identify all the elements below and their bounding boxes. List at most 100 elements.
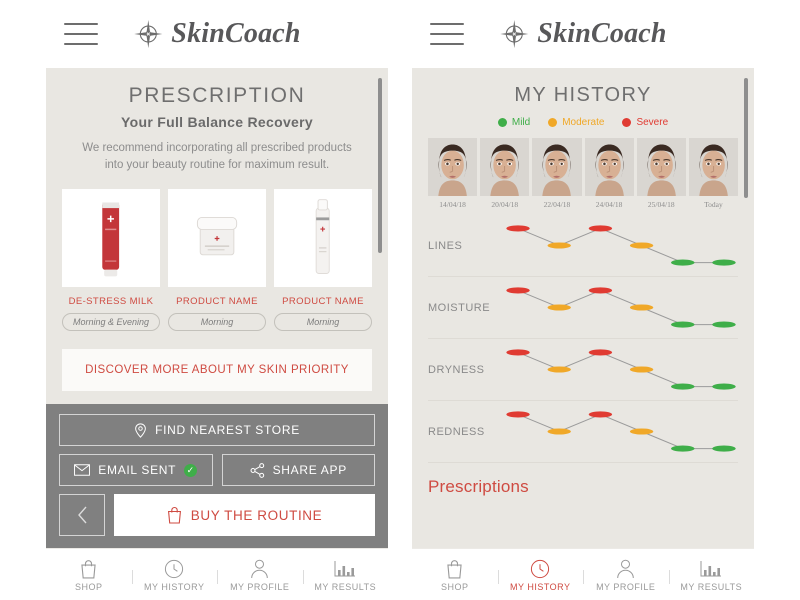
legend-item-mild: Mild	[497, 117, 530, 128]
email-sent-label: EMAIL SENT	[98, 463, 177, 477]
history-scroll-area: MY HISTORY Mild Moderate Severe 14/04/18…	[412, 68, 754, 548]
data-point[interactable]	[629, 304, 654, 311]
bottom-navigation: SHOP MY HISTORY MY PROFILE MY RESULTS	[412, 548, 754, 600]
nav-item-shop[interactable]: SHOP	[412, 557, 498, 592]
phone-history-screen: SkinCoach MY HISTORY Mild Moderate Sever…	[412, 0, 754, 600]
person-icon	[616, 557, 635, 579]
legend-item-moderate: Moderate	[548, 117, 604, 128]
data-point[interactable]	[712, 259, 736, 266]
data-point[interactable]	[671, 259, 695, 266]
nav-item-my-profile[interactable]: MY PROFILE	[583, 557, 669, 592]
legend-label: Severe	[636, 117, 669, 128]
secondary-action-row: EMAIL SENT ✓ SHARE APP	[59, 454, 375, 486]
legend-label: Moderate	[562, 117, 605, 128]
data-point[interactable]	[671, 445, 695, 452]
nav-item-shop[interactable]: SHOP	[46, 557, 132, 592]
prescription-scroll-area: PRESCRIPTION Your Full Balance Recovery …	[46, 68, 388, 404]
timeline-date: 25/04/18	[647, 200, 675, 209]
page-subtitle: Your Full Balance Recovery	[121, 114, 313, 130]
share-app-button[interactable]: SHARE APP	[221, 454, 375, 486]
bar-chart-icon	[700, 557, 722, 579]
face-thumbnail	[688, 138, 739, 196]
timeline-entry[interactable]: Today	[688, 138, 739, 209]
buy-action-row: BUY THE ROUTINE	[59, 494, 375, 536]
top-bar: SkinCoach	[46, 0, 388, 68]
nav-item-my-results[interactable]: MY RESULTS	[302, 557, 389, 592]
data-point[interactable]	[671, 383, 695, 390]
back-button[interactable]	[59, 494, 105, 536]
product-schedule: Morning	[168, 312, 266, 331]
hamburger-menu-icon[interactable]	[64, 23, 98, 45]
white-bottle-product-icon	[315, 198, 331, 274]
app-mockup-stage: SkinCoach PRESCRIPTION Your Full Balance…	[0, 0, 800, 600]
nav-label: SHOP	[74, 582, 103, 592]
nav-label: MY RESULTS	[680, 582, 743, 592]
share-app-label: SHARE APP	[272, 463, 347, 477]
product-list: DE-STRESS MILK Morning & Evening PRODUCT…	[46, 175, 388, 331]
product-card[interactable]: DE-STRESS MILK Morning & Evening	[62, 188, 160, 331]
timeline-entry[interactable]: 24/04/18	[584, 138, 634, 209]
face-thumbnail	[480, 138, 530, 196]
data-point[interactable]	[506, 287, 530, 294]
find-nearest-store-button[interactable]: FIND NEAREST STORE	[59, 414, 375, 446]
product-image	[274, 188, 372, 287]
product-card[interactable]: PRODUCT NAME Morning	[274, 188, 372, 331]
data-point[interactable]	[588, 287, 613, 294]
nav-item-my-profile[interactable]: MY PROFILE	[217, 557, 303, 592]
shopping-bag-icon	[80, 557, 97, 579]
data-point[interactable]	[712, 383, 736, 390]
clock-icon	[164, 557, 184, 579]
product-name: DE-STRESS MILK	[68, 295, 154, 307]
bottom-navigation: SHOP MY HISTORY MY PROFILE MY RESULTS	[46, 548, 388, 600]
chart-row: LINES	[428, 215, 738, 277]
nav-item-my-results[interactable]: MY RESULTS	[668, 557, 755, 592]
timeline-entry[interactable]: 25/04/18	[636, 138, 686, 209]
envelope-icon	[74, 464, 91, 476]
buy-the-routine-button[interactable]: BUY THE ROUTINE	[114, 494, 375, 536]
nav-item-my-history[interactable]: MY HISTORY	[131, 557, 218, 592]
person-icon	[250, 557, 269, 579]
timeline-entry[interactable]: 14/04/18	[427, 138, 478, 209]
timeline-entry[interactable]: 22/04/18	[532, 138, 582, 209]
scrollbar-thumb[interactable]	[378, 78, 382, 253]
chart-plot	[504, 277, 738, 338]
data-point[interactable]	[588, 225, 613, 232]
data-point[interactable]	[671, 321, 695, 328]
product-schedule: Morning	[274, 312, 372, 331]
timeline-entry[interactable]: 20/04/18	[480, 138, 530, 209]
hamburger-menu-icon[interactable]	[430, 23, 464, 45]
nav-label: SHOP	[440, 582, 469, 592]
data-point[interactable]	[588, 411, 613, 418]
data-point[interactable]	[547, 366, 571, 373]
compass-rose-icon	[134, 19, 163, 49]
prescription-note: We recommend incorporating all prescribe…	[82, 142, 352, 172]
find-nearest-store-label: FIND NEAREST STORE	[155, 423, 300, 437]
email-sent-button[interactable]: EMAIL SENT ✓	[59, 454, 213, 486]
face-thumbnail	[584, 138, 634, 196]
compass-rose-icon	[500, 19, 529, 49]
chart-series-label: LINES	[428, 239, 463, 252]
discover-more-button[interactable]: DISCOVER MORE ABOUT MY SKIN PRIORITY	[62, 348, 372, 391]
data-point[interactable]	[547, 304, 571, 311]
data-point[interactable]	[629, 242, 654, 249]
data-point[interactable]	[712, 445, 736, 452]
nav-item-my-history[interactable]: MY HISTORY	[497, 557, 584, 592]
data-point[interactable]	[547, 428, 571, 435]
chart-series-label: MOISTURE	[428, 301, 491, 314]
data-point[interactable]	[588, 349, 613, 356]
top-bar: SkinCoach	[412, 0, 754, 68]
chart-series-label: REDNESS	[428, 425, 485, 438]
chart-row: MOISTURE	[428, 277, 738, 339]
data-point[interactable]	[712, 321, 736, 328]
scrollbar-thumb[interactable]	[744, 78, 748, 198]
data-point[interactable]	[506, 411, 530, 418]
data-point[interactable]	[506, 225, 530, 232]
prescriptions-heading: Prescriptions	[428, 477, 529, 496]
buy-the-routine-label: BUY THE ROUTINE	[190, 507, 323, 523]
data-point[interactable]	[629, 428, 654, 435]
data-point[interactable]	[547, 242, 571, 249]
data-point[interactable]	[506, 349, 530, 356]
data-point[interactable]	[629, 366, 654, 373]
product-card[interactable]: PRODUCT NAME Morning	[168, 188, 266, 331]
chart-plot	[504, 215, 738, 276]
